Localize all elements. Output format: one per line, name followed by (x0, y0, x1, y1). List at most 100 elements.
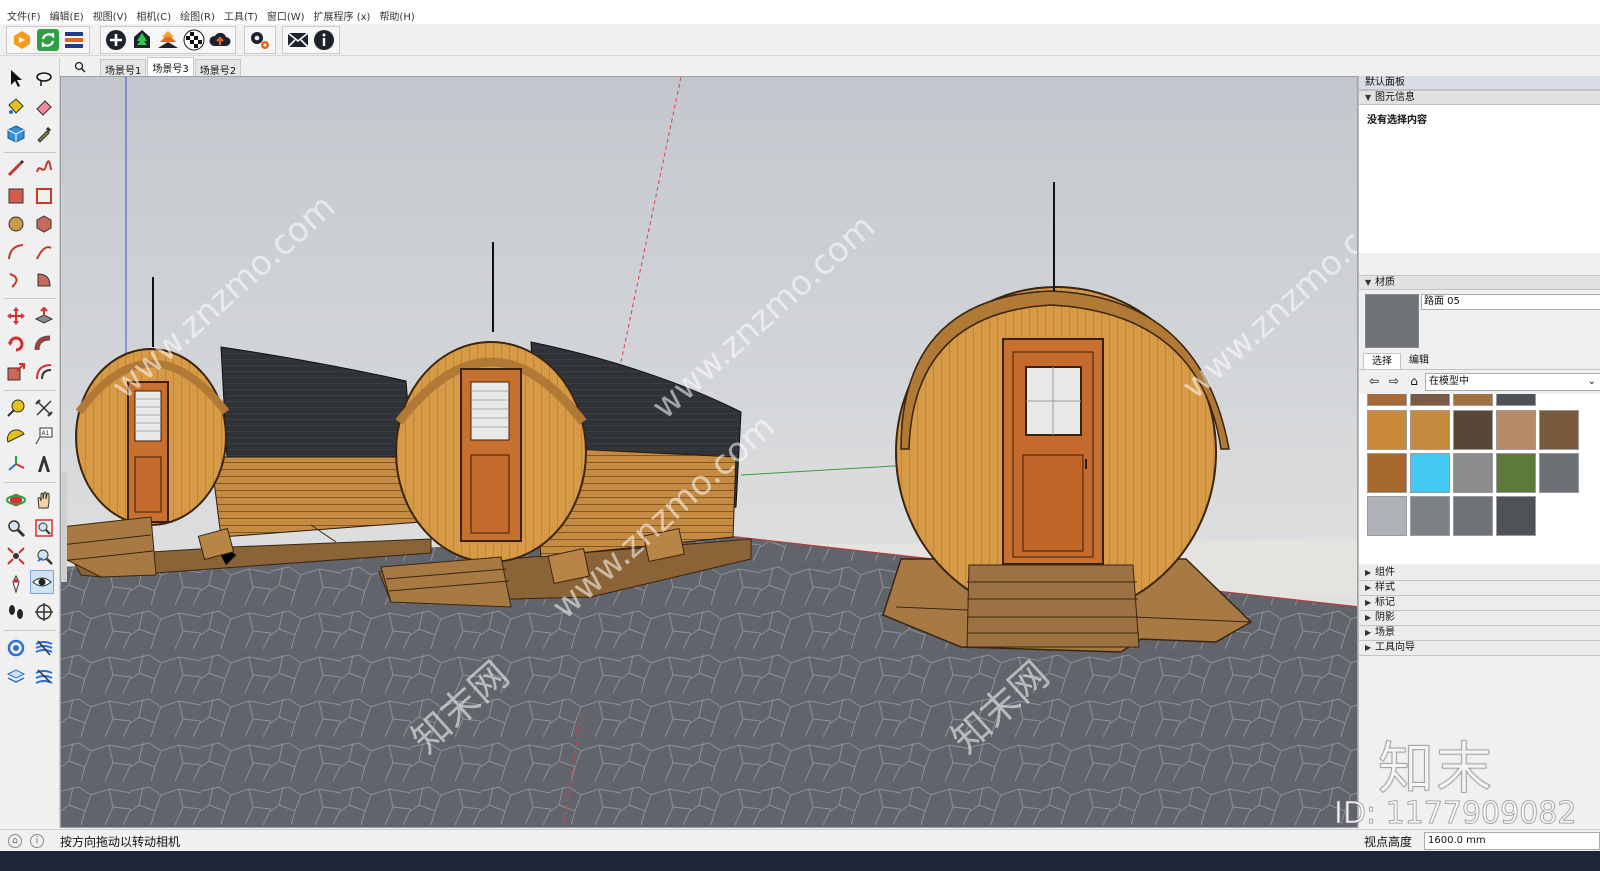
current-material-swatch[interactable] (1365, 294, 1419, 348)
protractor-icon[interactable] (4, 424, 28, 448)
scene-tab-2[interactable]: 场景号2 (194, 59, 242, 77)
tab-select[interactable]: 选择 (1363, 353, 1401, 369)
rectangle-icon[interactable] (4, 184, 28, 208)
material-swatch[interactable] (1453, 394, 1493, 406)
cloud-upload-icon[interactable] (207, 27, 233, 53)
modeling-viewport[interactable]: www.znzmo.com www.znzmo.com www.znzmo.co… (60, 76, 1358, 828)
collection-dropdown[interactable]: 在模型中 ⌄ (1425, 373, 1600, 391)
two-point-arc-icon[interactable] (32, 240, 56, 264)
position-camera-icon[interactable] (4, 572, 28, 596)
material-swatch[interactable] (1410, 410, 1450, 450)
tape-measure-icon[interactable] (4, 396, 28, 420)
orbit-icon[interactable] (4, 488, 28, 512)
menu-help[interactable]: 帮助(H) (376, 8, 420, 23)
info-status-icon[interactable]: i (30, 834, 44, 848)
text-icon[interactable]: A1 (32, 424, 56, 448)
scene-search-icon[interactable] (60, 58, 100, 76)
panel-scenes[interactable]: ▶ 场景 (1359, 626, 1600, 641)
checker-sphere-icon[interactable] (181, 27, 207, 53)
section-plane-icon[interactable] (32, 600, 56, 624)
axes-icon[interactable] (4, 452, 28, 476)
panel-tags[interactable]: ▶ 标记 (1359, 596, 1600, 611)
stack-icon[interactable] (155, 27, 181, 53)
three-point-arc-icon[interactable] (4, 268, 28, 292)
forward-arrow-icon[interactable]: ⇨ (1387, 374, 1401, 388)
polygon-icon[interactable] (32, 212, 56, 236)
terrain-icon[interactable] (32, 664, 56, 688)
entity-info-header[interactable]: ▼ 图元信息 (1359, 90, 1600, 105)
menu-tools[interactable]: 工具(T) (221, 8, 264, 23)
offset-icon[interactable] (32, 360, 56, 384)
zoom-extents-icon[interactable] (4, 544, 28, 568)
lasso-select-icon[interactable] (32, 66, 56, 90)
panel-instructor[interactable]: ▶ 工具向导 (1359, 641, 1600, 656)
material-swatch[interactable] (1496, 496, 1536, 536)
component-icon[interactable] (4, 122, 28, 146)
add-circle-icon[interactable] (103, 27, 129, 53)
push-pull-icon[interactable] (32, 304, 56, 328)
material-swatch[interactable] (1496, 410, 1536, 450)
layers-icon[interactable] (4, 664, 28, 688)
circle-icon[interactable] (4, 212, 28, 236)
material-swatch[interactable] (1453, 496, 1493, 536)
info-icon[interactable] (311, 27, 337, 53)
scene-tab-1[interactable]: 场景号1 (100, 59, 147, 77)
pie-icon[interactable] (32, 268, 56, 292)
material-swatch[interactable] (1496, 394, 1536, 406)
material-swatch[interactable] (1367, 410, 1407, 450)
rotate-icon[interactable] (4, 332, 28, 356)
eyedropper-icon[interactable] (32, 122, 56, 146)
panel-shadows[interactable]: ▶ 阴影 (1359, 611, 1600, 626)
menu-camera[interactable]: 相机(C) (133, 8, 177, 23)
material-swatch[interactable] (1367, 394, 1407, 406)
rotated-rectangle-icon[interactable] (32, 184, 56, 208)
sandbox-icon[interactable] (32, 636, 56, 660)
tab-edit[interactable]: 编辑 (1401, 353, 1437, 369)
walk-footprints-icon[interactable] (4, 600, 28, 624)
look-around-eye-icon[interactable] (30, 570, 54, 594)
zoom-window-icon[interactable] (32, 516, 56, 540)
material-swatch[interactable] (1367, 453, 1407, 493)
material-swatch[interactable] (1496, 453, 1536, 493)
tree-icon[interactable] (129, 27, 155, 53)
panel-styles[interactable]: ▶ 样式 (1359, 581, 1600, 596)
follow-me-icon[interactable] (32, 332, 56, 356)
material-swatch[interactable] (1410, 453, 1450, 493)
panel-components[interactable]: ▶ 组件 (1359, 566, 1600, 581)
refresh-icon[interactable] (35, 27, 61, 53)
arc-icon[interactable] (4, 240, 28, 264)
mail-icon[interactable] (285, 27, 311, 53)
freehand-icon[interactable] (32, 156, 56, 180)
zoom-icon[interactable] (4, 516, 28, 540)
line-pencil-icon[interactable] (4, 156, 28, 180)
pan-hand-icon[interactable] (32, 488, 56, 512)
measurements-input[interactable]: 1600.0 mm (1424, 832, 1600, 850)
3d-text-icon[interactable] (32, 452, 56, 476)
gears-icon[interactable] (247, 27, 273, 53)
menu-edit[interactable]: 编辑(E) (47, 8, 90, 23)
material-swatch[interactable] (1453, 410, 1493, 450)
material-name-field[interactable]: 路面 05 (1421, 294, 1600, 310)
back-arrow-icon[interactable]: ⇦ (1367, 374, 1381, 388)
menu-extensions[interactable]: 扩展程序 (x) (311, 8, 377, 23)
materials-header[interactable]: ▼ 材质 (1359, 275, 1600, 290)
solid-tools-icon[interactable] (4, 636, 28, 660)
menu-draw[interactable]: 绘图(R) (177, 8, 221, 23)
material-swatch[interactable] (1410, 496, 1450, 536)
material-swatch[interactable] (1539, 453, 1579, 493)
menu-view[interactable]: 视图(V) (90, 8, 134, 23)
menu-window[interactable]: 窗口(W) (264, 8, 311, 23)
select-arrow-icon[interactable] (4, 66, 28, 90)
material-swatch[interactable] (1453, 453, 1493, 493)
material-swatch[interactable] (1539, 410, 1579, 450)
move-icon[interactable] (4, 304, 28, 328)
sync-extension-icon[interactable] (9, 27, 35, 53)
menu-file[interactable]: 文件(F) (4, 8, 47, 23)
scale-icon[interactable] (4, 360, 28, 384)
previous-view-icon[interactable] (32, 544, 56, 568)
scene-tab-3[interactable]: 场景号3 (147, 57, 194, 76)
material-swatch[interactable] (1410, 394, 1450, 406)
home-icon[interactable]: ⌂ (1407, 374, 1421, 388)
material-swatch[interactable] (1367, 496, 1407, 536)
paint-bucket-icon[interactable] (4, 94, 28, 118)
